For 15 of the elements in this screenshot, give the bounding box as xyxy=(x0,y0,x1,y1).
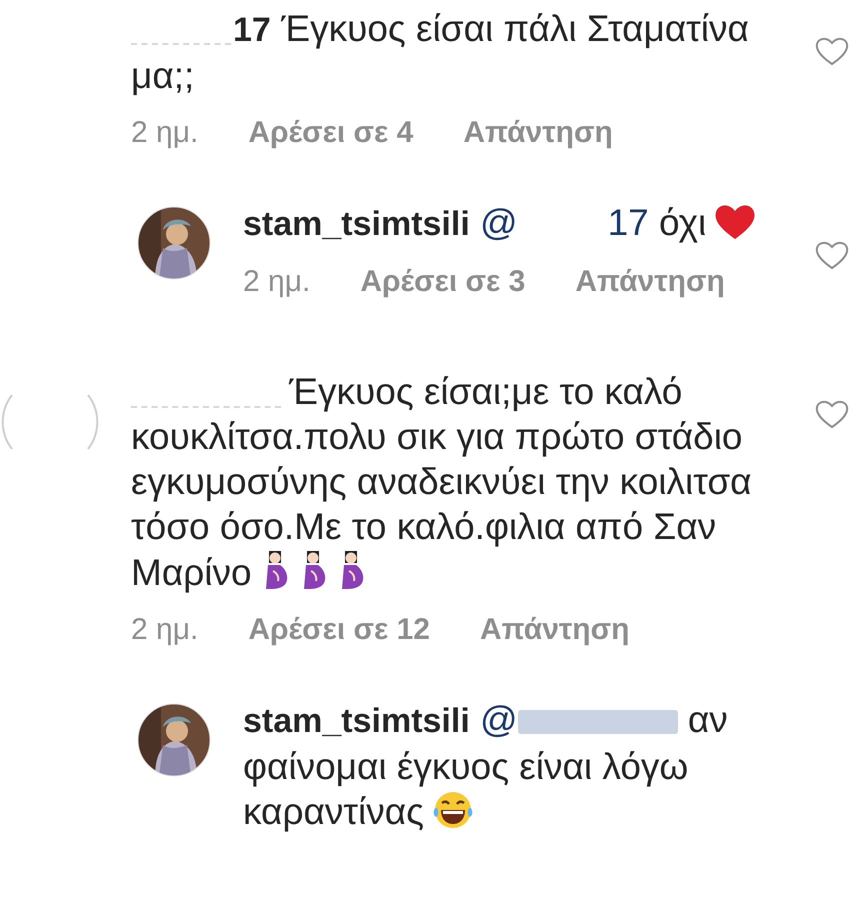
comment-time: 2 ημ. xyxy=(131,116,198,150)
username[interactable]: stam_tsimtsili xyxy=(243,702,470,740)
comment-time: 2 ημ. xyxy=(243,265,310,299)
laughing-emoji-icon xyxy=(432,790,474,830)
mention-link[interactable]: @ xyxy=(480,699,518,740)
username[interactable]: 17 xyxy=(233,11,271,49)
comment-text: stam_tsimtsili @ 17 όχι xyxy=(243,200,801,247)
username[interactable]: stam_tsimtsili xyxy=(243,205,470,243)
comment-text: 17 Έγκυος είσαι πάλι Σταματίνα μα;; xyxy=(131,7,750,98)
mention-link[interactable]: 17 xyxy=(608,202,649,243)
comment-text: stam_tsimtsili @ αν φαίνομαι έγκυος είναι λόγω καραντίνας xyxy=(243,698,729,834)
mention-link[interactable]: @ xyxy=(480,202,518,243)
comment-text: Έγκυος είσαι;με το καλό κουκλίτσα.πολυ σικ για πρώτο στάδιο εγκυμοσύνης αναδεικνύει την κοιλιτσα τόσο όσο.Με το καλό.φιλια από Σαν Μαρίνο xyxy=(131,370,753,595)
heart-icon xyxy=(714,203,756,241)
comment-time: 2 ημ. xyxy=(131,613,198,647)
